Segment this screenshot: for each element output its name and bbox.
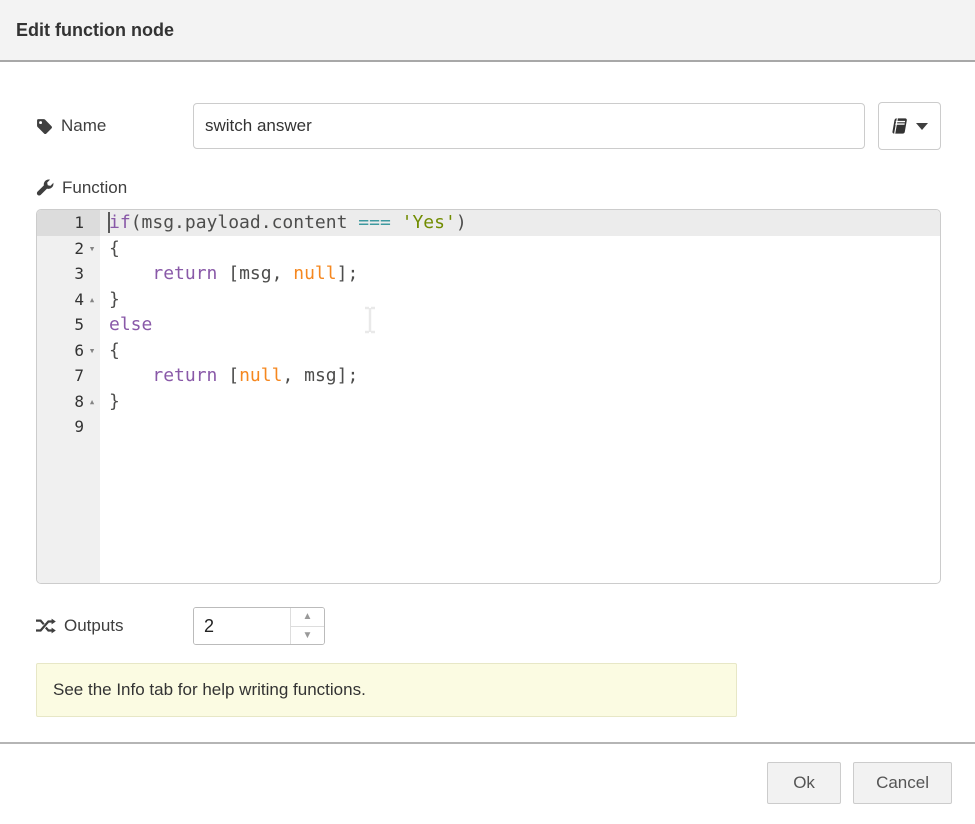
name-label: Name <box>36 116 193 136</box>
code-line-8[interactable]: 8▴} <box>37 389 940 415</box>
name-label-text: Name <box>61 116 106 136</box>
gutter-line-number: 6▾ <box>37 338 100 364</box>
gutter-line-number: 7 <box>37 363 100 389</box>
arrow-down-icon: ▼ <box>303 630 313 641</box>
token-plain: (msg.payload.content <box>131 212 359 233</box>
outputs-label: Outputs <box>36 616 193 636</box>
token-operator: === <box>358 212 391 233</box>
token-string: 'Yes' <box>402 212 456 233</box>
token-plain <box>391 212 402 233</box>
fold-close-icon[interactable]: ▴ <box>84 389 100 415</box>
edit-function-node-dialog: Edit function node Name <box>0 0 975 824</box>
token-keyword: return <box>152 263 217 284</box>
code-line-9[interactable]: 9 <box>37 414 940 440</box>
code-line-6[interactable]: 6▾ { <box>37 338 940 364</box>
name-row: Name <box>36 102 941 150</box>
dialog-content: Name Function <box>0 102 975 717</box>
code-text[interactable]: } <box>100 287 940 313</box>
token-plain: [ <box>217 365 239 386</box>
cancel-button[interactable]: Cancel <box>853 762 952 804</box>
outputs-label-text: Outputs <box>64 616 124 636</box>
code-text[interactable]: return [msg, null]; <box>100 261 940 287</box>
arrow-up-icon: ▲ <box>303 611 313 622</box>
token-plain <box>109 263 152 284</box>
token-plain: } <box>109 289 120 310</box>
gutter-line-number: 4▴ <box>37 287 100 313</box>
token-constant: null <box>239 365 282 386</box>
name-input[interactable] <box>193 103 865 149</box>
code-line-7[interactable]: 7 return [null, msg]; <box>37 363 940 389</box>
ok-button[interactable]: Ok <box>767 762 841 804</box>
token-plain: { <box>109 340 120 361</box>
token-plain <box>109 365 152 386</box>
fold-open-icon[interactable]: ▾ <box>84 236 100 262</box>
code-filler[interactable] <box>100 440 940 584</box>
token-constant: null <box>293 263 336 284</box>
shuffle-icon <box>36 618 56 634</box>
gutter-line-number: 5 <box>37 312 100 338</box>
book-icon <box>891 117 910 135</box>
token-plain: } <box>109 391 120 412</box>
code-line-5[interactable]: 5 else <box>37 312 940 338</box>
spinner-up-button[interactable]: ▲ <box>291 608 324 627</box>
fold-open-icon[interactable]: ▾ <box>84 338 100 364</box>
wrench-icon <box>36 179 54 197</box>
code-text[interactable]: { <box>100 338 940 364</box>
code-text[interactable]: return [null, msg]; <box>100 363 940 389</box>
dialog-title: Edit function node <box>16 20 174 41</box>
library-button[interactable] <box>878 102 941 150</box>
code-line-1[interactable]: 1if(msg.payload.content === 'Yes') <box>37 210 940 236</box>
function-label: Function <box>36 178 941 198</box>
caret-down-icon <box>916 123 928 130</box>
outputs-input[interactable] <box>194 608 290 644</box>
gutter-line-number: 1 <box>37 210 100 236</box>
token-keyword: if <box>109 212 131 233</box>
token-plain: ]; <box>337 263 359 284</box>
spinner-down-button[interactable]: ▼ <box>291 627 324 645</box>
code-line-2[interactable]: 2▾ { <box>37 236 940 262</box>
token-keyword: else <box>109 314 152 335</box>
editor-empty-area[interactable] <box>37 440 940 584</box>
code-text[interactable] <box>100 414 940 440</box>
code-text[interactable]: if(msg.payload.content === 'Yes') <box>100 210 940 236</box>
token-keyword: return <box>152 365 217 386</box>
token-plain: { <box>109 238 120 259</box>
function-label-text: Function <box>62 178 127 198</box>
code-line-4[interactable]: 4▴} <box>37 287 940 313</box>
token-plain: ) <box>456 212 467 233</box>
code-text[interactable]: { <box>100 236 940 262</box>
dialog-header: Edit function node <box>0 0 975 62</box>
token-plain: [msg, <box>217 263 293 284</box>
info-tip: See the Info tab for help writing functi… <box>36 663 737 717</box>
tag-icon <box>36 118 53 135</box>
code-line-3[interactable]: 3 return [msg, null]; <box>37 261 940 287</box>
code-editor[interactable]: 1if(msg.payload.content === 'Yes')2▾{3 r… <box>36 209 941 584</box>
gutter-line-number: 8▴ <box>37 389 100 415</box>
outputs-row: Outputs ▲ ▼ <box>36 607 941 645</box>
footer: Ok Cancel <box>0 744 975 804</box>
token-plain: , msg]; <box>282 365 358 386</box>
gutter-filler <box>37 440 100 584</box>
fold-close-icon[interactable]: ▴ <box>84 287 100 313</box>
code-text[interactable]: } <box>100 389 940 415</box>
code-text[interactable]: else <box>100 312 940 338</box>
text-cursor <box>108 212 110 233</box>
gutter-line-number: 2▾ <box>37 236 100 262</box>
outputs-spinner: ▲ ▼ <box>193 607 325 645</box>
spinner-buttons: ▲ ▼ <box>290 608 324 644</box>
gutter-line-number: 9 <box>37 414 100 440</box>
info-tip-text: See the Info tab for help writing functi… <box>53 680 366 699</box>
gutter-line-number: 3 <box>37 261 100 287</box>
